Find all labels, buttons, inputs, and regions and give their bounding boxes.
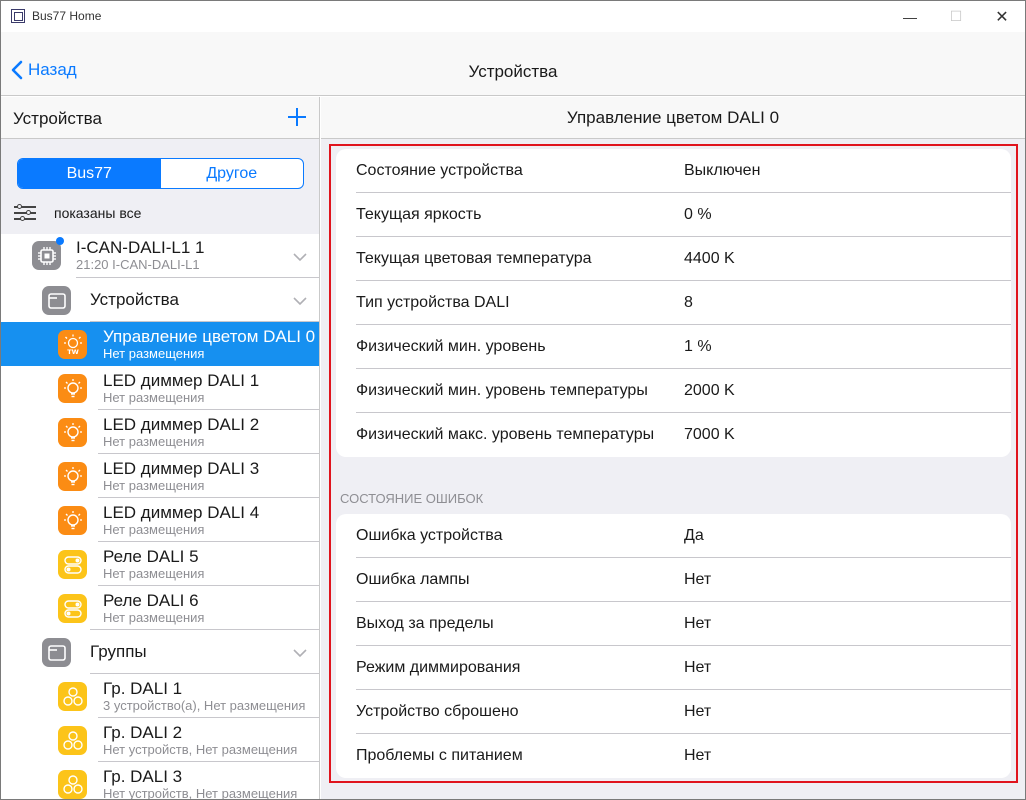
device-list-header: Устройства [1,97,319,139]
device-location: Нет размещения [103,478,205,493]
device-location: Нет размещения [103,566,205,581]
tw-bulb-icon: TW [58,330,87,359]
group-info: Нет устройств, Нет размещения [103,786,298,800]
groups-folder-label: Группы [90,642,147,661]
group-name: Гр. DALI 2 [103,723,183,742]
device-location: Нет размещения [103,346,205,361]
detail-title: Управление цветом DALI 0 [321,97,1025,139]
relay-icon [58,550,87,579]
bulb-icon [58,418,87,447]
add-device-button[interactable] [288,108,306,126]
devices-folder-row[interactable]: Устройства [1,278,319,322]
highlight-frame [329,144,1018,783]
navigation-bar: Назад Устройства [1,32,1025,96]
device-location: Нет размещения [103,522,205,537]
filter-label: показаны все [54,205,142,221]
device-row-2[interactable]: LED диммер DALI 2 Нет размещения [1,410,319,454]
relay-icon [58,594,87,623]
group-name: Гр. DALI 1 [103,679,183,698]
device-location: Нет размещения [103,434,205,449]
segment-bus77[interactable]: Bus77 [18,159,161,188]
chevron-down-icon[interactable] [293,646,307,660]
group-row-1[interactable]: Гр. DALI 1 3 устройство(а), Нет размещен… [1,674,319,718]
device-row-5[interactable]: Реле DALI 5 Нет размещения [1,542,319,586]
device-name: Реле DALI 5 [103,547,199,566]
bulb-icon [58,374,87,403]
segment-other[interactable]: Другое [161,159,304,188]
page-title: Устройства [468,62,558,81]
chip-icon [32,241,61,270]
chevron-down-icon[interactable] [293,250,307,264]
device-row-4[interactable]: LED диммер DALI 4 Нет размещения [1,498,319,542]
devices-folder-label: Устройства [90,290,179,309]
device-name: Управление цветом DALI 0 [103,327,316,346]
folder-icon [42,638,71,667]
group-icon [58,726,87,755]
gateway-row[interactable]: I-CAN-DALI-L1 1 21:20 I-CAN-DALI-L1 [1,234,319,278]
minimize-button[interactable]: — [887,1,933,32]
bulb-icon [58,506,87,535]
source-segmented-control: Bus77 Другое [17,158,304,189]
device-row-0[interactable]: TW Управление цветом DALI 0 Нет размещен… [1,322,319,366]
device-location: Нет размещения [103,610,205,625]
folder-icon [42,286,71,315]
bulb-icon [58,462,87,491]
filter-sliders-icon [14,204,36,222]
device-list-title: Устройства [13,109,102,128]
device-row-6[interactable]: Реле DALI 6 Нет размещения [1,586,319,630]
window-title: Bus77 Home [32,9,102,23]
app-logo-icon [11,9,25,23]
group-info: 3 устройство(а), Нет размещения [103,698,306,713]
group-name: Гр. DALI 3 [103,767,183,786]
device-name: LED диммер DALI 1 [103,371,260,390]
device-tree: I-CAN-DALI-L1 1 21:20 I-CAN-DALI-L1 Устр… [1,234,319,800]
device-list-panel: Устройства Bus77 Другое показаны все I-C… [1,97,320,800]
device-name: LED диммер DALI 3 [103,459,260,478]
device-name: LED диммер DALI 4 [103,503,260,522]
device-location: Нет размещения [103,390,205,405]
gateway-name: I-CAN-DALI-L1 1 [76,238,205,257]
chevron-down-icon[interactable] [293,294,307,308]
gateway-sub: 21:20 I-CAN-DALI-L1 [76,257,200,272]
device-row-3[interactable]: LED диммер DALI 3 Нет размещения [1,454,319,498]
device-row-1[interactable]: LED диммер DALI 1 Нет размещения [1,366,319,410]
close-button[interactable]: ✕ [979,1,1025,32]
group-icon [58,770,87,799]
filter-button[interactable]: показаны все [14,202,141,224]
groups-folder-row[interactable]: Группы [1,630,319,674]
device-detail-panel: Управление цветом DALI 0 Состояние устро… [321,97,1025,799]
group-info: Нет устройств, Нет размещения [103,742,298,757]
device-name: Реле DALI 6 [103,591,199,610]
group-row-3[interactable]: Гр. DALI 3 Нет устройств, Нет размещения [1,762,319,800]
device-name: LED диммер DALI 2 [103,415,260,434]
svg-text:TW: TW [67,348,79,356]
status-dot [56,237,64,245]
group-row-2[interactable]: Гр. DALI 2 Нет устройств, Нет размещения [1,718,319,762]
app-window: Bus77 Home — ☐ ✕ Назад Устройства Устрой… [0,0,1026,800]
title-bar: Bus77 Home — ☐ ✕ [1,1,1025,32]
group-icon [58,682,87,711]
maximize-button[interactable]: ☐ [933,1,979,32]
